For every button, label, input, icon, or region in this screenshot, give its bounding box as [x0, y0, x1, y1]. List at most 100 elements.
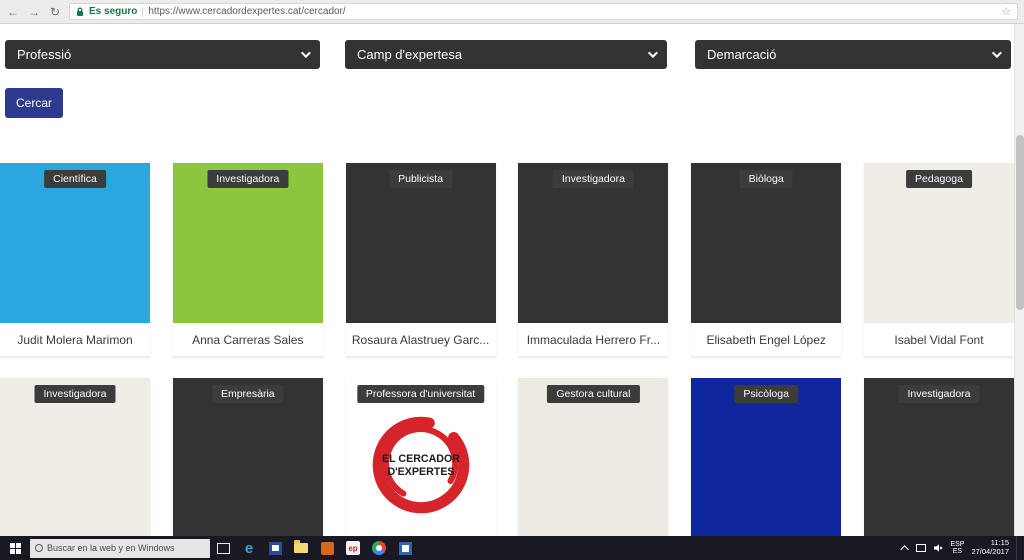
- expert-photo[interactable]: Investigadora: [173, 163, 323, 323]
- desktop-screen: ← → ↻ Es seguro https://www.cercadordexp…: [0, 0, 1024, 560]
- demarcacio-dropdown-label: Demarcació: [707, 47, 776, 62]
- secure-label: Es seguro: [89, 6, 137, 17]
- volume-icon[interactable]: [933, 543, 943, 553]
- lock-icon: [76, 7, 84, 17]
- pinned-app-button-2[interactable]: [392, 536, 418, 560]
- expert-photo[interactable]: Psicòloga: [691, 378, 841, 538]
- forward-icon[interactable]: →: [27, 6, 41, 18]
- cercador-dexpertes-logo: EL CERCADORD'EXPERTES: [360, 404, 482, 526]
- expert-card[interactable]: Psicòloga: [691, 378, 841, 538]
- language-indicator[interactable]: ESP ES: [950, 541, 964, 556]
- expert-name[interactable]: Elisabeth Engel López: [691, 323, 841, 357]
- expert-cards-row-1: Científica Judit Molera Marimon Investigad…: [0, 163, 1014, 357]
- refresh-icon[interactable]: ↻: [48, 6, 62, 18]
- taskbar-search-box[interactable]: [30, 539, 210, 558]
- europa-press-button[interactable]: ep: [340, 536, 366, 560]
- clock-date: 27/04/2017: [971, 548, 1009, 557]
- expert-photo[interactable]: Pedagoga: [864, 163, 1014, 323]
- taskbar-search-input[interactable]: [47, 543, 205, 553]
- demarcacio-dropdown[interactable]: Demarcació: [695, 40, 1011, 69]
- expert-photo[interactable]: Publicista: [346, 163, 496, 323]
- profession-badge: Empresària: [212, 385, 284, 403]
- expert-name[interactable]: Rosaura Alastruey Garc...: [346, 323, 496, 357]
- tray-expand-icon[interactable]: [901, 545, 909, 553]
- expert-photo[interactable]: Gestora cultural: [518, 378, 668, 538]
- expert-name[interactable]: Anna Carreras Sales: [173, 323, 323, 357]
- folder-icon: [294, 543, 308, 553]
- expert-photo[interactable]: Empresària: [173, 378, 323, 538]
- edge-button[interactable]: e: [236, 536, 262, 560]
- expert-card[interactable]: Professora d'universitatEL CERCADORD'EXP…: [346, 378, 496, 538]
- professio-dropdown-label: Professió: [17, 47, 71, 62]
- start-button[interactable]: [0, 536, 30, 560]
- back-icon[interactable]: ←: [6, 6, 20, 18]
- cercar-button[interactable]: Cercar: [5, 88, 63, 118]
- expert-card[interactable]: Publicista Rosaura Alastruey Garc...: [346, 163, 496, 357]
- show-desktop-button[interactable]: [1016, 536, 1020, 560]
- expert-card[interactable]: Investigadora Anna Carreras Sales: [173, 163, 323, 357]
- system-tray: ESP ES 11:15 27/04/2017: [903, 536, 1024, 560]
- expert-cards-row-2: Investigadora Empresària Professora d'univ…: [0, 378, 1014, 538]
- action-center-icon[interactable]: [916, 544, 926, 552]
- profession-badge: Publicista: [389, 170, 452, 188]
- task-view-button[interactable]: [210, 536, 236, 560]
- expert-photo[interactable]: Professora d'universitatEL CERCADORD'EXP…: [346, 378, 496, 538]
- store-button[interactable]: [262, 536, 288, 560]
- svg-text:D'EXPERTES: D'EXPERTES: [387, 466, 454, 478]
- expert-card[interactable]: Científica Judit Molera Marimon: [0, 163, 150, 357]
- expert-card[interactable]: Gestora cultural: [518, 378, 668, 538]
- task-view-icon: [217, 543, 230, 554]
- expert-photo[interactable]: Investigadora: [0, 378, 150, 538]
- camp-expertesa-dropdown[interactable]: Camp d'expertesa: [345, 40, 667, 69]
- profession-badge: Psicòloga: [734, 385, 798, 403]
- bookmark-star-icon[interactable]: ☆: [1001, 5, 1011, 18]
- store-icon: [269, 542, 282, 555]
- expert-photo[interactable]: Investigadora: [518, 163, 668, 323]
- profession-badge: Investigadora: [898, 385, 979, 403]
- address-separator: [142, 7, 143, 17]
- url-text[interactable]: https://www.cercadordexpertes.cat/cercad…: [148, 6, 345, 17]
- expert-card[interactable]: Empresària: [173, 378, 323, 538]
- chrome-button[interactable]: [366, 536, 392, 560]
- professio-dropdown[interactable]: Professió: [5, 40, 320, 69]
- file-explorer-button[interactable]: [288, 536, 314, 560]
- cortana-icon: [35, 544, 43, 552]
- taskbar-clock[interactable]: 11:15 27/04/2017: [971, 539, 1009, 556]
- profession-badge: Científica: [44, 170, 106, 188]
- profession-badge: Investigadora: [207, 170, 288, 188]
- pinned-app-icon: [321, 542, 334, 555]
- page-scrollbar[interactable]: [1014, 24, 1024, 536]
- expert-card[interactable]: BiòlogaElisabeth Engel López: [691, 163, 841, 357]
- expert-name[interactable]: Isabel Vidal Font: [864, 323, 1014, 357]
- chrome-icon: [372, 541, 386, 555]
- expert-card[interactable]: Investigadora: [864, 378, 1014, 538]
- profession-badge: Investigadora: [34, 385, 115, 403]
- language-region: ES: [953, 548, 962, 555]
- expert-photo[interactable]: Científica: [0, 163, 150, 323]
- profession-badge: Investigadora: [553, 170, 634, 188]
- expert-name[interactable]: Immaculada Herrero Fr...: [518, 323, 668, 357]
- browser-toolbar: ← → ↻ Es seguro https://www.cercadordexp…: [0, 0, 1024, 24]
- expert-photo[interactable]: Biòloga: [691, 163, 841, 323]
- pinned-app-icon-2: [399, 542, 412, 555]
- expert-card[interactable]: Investigadora Immaculada Herrero Fr...: [518, 163, 668, 357]
- address-bar[interactable]: Es seguro https://www.cercadordexpertes.…: [69, 3, 1018, 20]
- pinned-app-button-1[interactable]: [314, 536, 340, 560]
- camp-expertesa-dropdown-label: Camp d'expertesa: [357, 47, 462, 62]
- scrollbar-thumb[interactable]: [1016, 135, 1024, 310]
- profession-badge: Pedagoga: [906, 170, 972, 188]
- windows-logo-icon: [10, 543, 21, 554]
- profession-badge: Gestora cultural: [547, 385, 639, 403]
- language-code: ESP: [950, 541, 964, 548]
- expert-name[interactable]: Judit Molera Marimon: [0, 323, 150, 357]
- ep-icon: ep: [346, 541, 360, 555]
- chevron-down-icon: [301, 48, 311, 58]
- edge-icon: e: [245, 541, 253, 556]
- expert-card[interactable]: Investigadora: [0, 378, 150, 538]
- windows-taskbar: e ep ESP ES 11:15 27/04/2017: [0, 536, 1024, 560]
- chevron-down-icon: [992, 48, 1002, 58]
- svg-text:EL CERCADOR: EL CERCADOR: [382, 453, 460, 465]
- chevron-down-icon: [648, 48, 658, 58]
- expert-photo[interactable]: Investigadora: [864, 378, 1014, 538]
- expert-card[interactable]: Pedagoga Isabel Vidal Font: [864, 163, 1014, 357]
